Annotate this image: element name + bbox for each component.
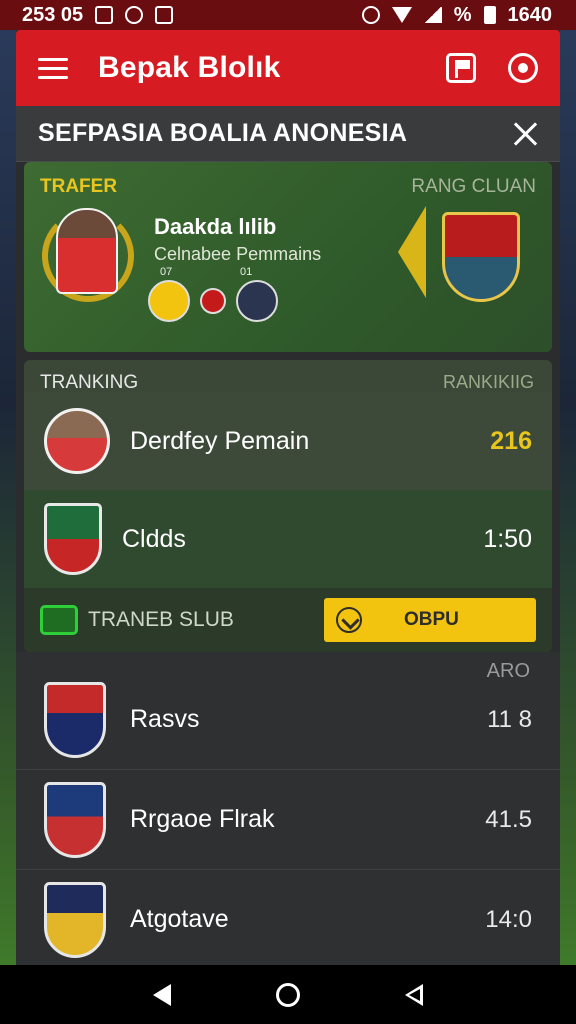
club-list: ARO Rasvs 11 8 Rrgaoe Flrak 41.5 Atgotav… — [16, 652, 560, 965]
list-item[interactable]: Rasvs 11 8 — [16, 670, 560, 770]
list-item-value: 11 8 — [487, 705, 532, 733]
ranking-actions: TRANEB SLUB OBPU — [24, 588, 552, 652]
list-item[interactable]: Atgotave 14:0 — [16, 870, 560, 965]
home-icon[interactable] — [275, 982, 300, 1007]
status-bar: 253 05 % 1640 — [0, 0, 576, 30]
check-icon — [336, 607, 362, 633]
open-button-label: OBPU — [404, 609, 459, 630]
club-badge-red-icon[interactable] — [200, 288, 226, 314]
app-notification-icon — [125, 6, 144, 24]
transfer-player-subtitle: Celnabee Pemmains — [154, 244, 322, 264]
sub-header: SEFPASIA BOALIA ANONESIA — [16, 106, 560, 162]
battery-icon — [483, 6, 496, 24]
ranking-card: TRANKING RANKIKIIG Derdfey Pemain 216 Cl… — [24, 360, 552, 652]
club-crest-icon — [44, 681, 106, 758]
bookmark-flag-icon[interactable] — [446, 53, 476, 83]
ranking-row-value: 1:50 — [483, 524, 532, 553]
ranking-row-value: 216 — [490, 426, 532, 455]
badge-tag-2: 01 — [240, 266, 253, 278]
club-badge-dark-icon[interactable] — [236, 280, 278, 322]
status-left: 253 05 — [22, 3, 174, 27]
system-nav-bar — [0, 965, 576, 1024]
transfer-label: TRAFER — [40, 176, 118, 197]
close-icon[interactable] — [512, 121, 538, 147]
page-title: SEFPASIA BOALIA ANONESIA — [38, 119, 408, 147]
club-crest-icon — [44, 781, 106, 858]
background-side-left — [0, 30, 16, 965]
club-badge-yellow-icon[interactable] — [148, 280, 190, 322]
transfer-arrow-icon — [398, 206, 426, 298]
back-icon[interactable] — [152, 983, 171, 1006]
status-time-left: 253 05 — [22, 3, 84, 26]
open-button[interactable]: OBPU — [324, 598, 536, 642]
ranking-row-name: Cldds — [122, 524, 186, 553]
ranking-label: TRANKING — [40, 372, 139, 393]
list-item-name: Atgotave — [130, 905, 229, 933]
ranking-row-club[interactable]: Cldds 1:50 — [24, 490, 552, 588]
list-item-name: Rrgaoe Flrak — [130, 805, 275, 833]
club-ranking-label: RANG CLUAN — [411, 176, 536, 197]
player-avatar — [44, 408, 110, 474]
ranking-label-right: RANKIKIIG — [442, 372, 534, 392]
badge-tag-1: 07 — [160, 266, 173, 278]
status-right: % 1640 — [361, 3, 553, 27]
ranking-row-player[interactable]: Derdfey Pemain 216 — [24, 392, 552, 490]
club-crest-icon — [44, 881, 106, 958]
list-item[interactable]: Rrgaoe Flrak 41.5 — [16, 770, 560, 870]
background-side-right — [560, 30, 576, 965]
signal-icon — [423, 7, 442, 23]
list-item-value: 41.5 — [485, 805, 532, 833]
battery-percent: % — [453, 3, 472, 26]
list-item-name: Rasvs — [130, 705, 200, 733]
status-time-right: 1640 — [507, 3, 553, 26]
transfer-card[interactable]: TRAFER RANG CLUAN Daakda lılib Celnabee … — [24, 162, 552, 352]
transfer-club-toggle[interactable] — [40, 605, 78, 635]
alarm-icon — [361, 6, 380, 24]
club-crest-icon[interactable] — [442, 212, 520, 302]
club-badges — [148, 280, 278, 322]
club-shield-icon — [44, 503, 102, 575]
list-item-value: 14:0 — [485, 905, 532, 933]
app-title: Bepak Blolık — [98, 51, 281, 84]
player-photo — [56, 208, 118, 294]
app-header: Bepak Blolık — [16, 30, 560, 106]
ranking-row-name: Derdfey Pemain — [130, 426, 310, 455]
app-panel: Bepak Blolık SEFPASIA BOALIA ANONESIA TR… — [16, 30, 560, 965]
mail-icon — [155, 6, 174, 24]
recent-apps-icon[interactable] — [405, 983, 424, 1006]
transfer-player-name: Daakda lılib — [154, 214, 277, 239]
settings-icon[interactable] — [508, 53, 538, 83]
wifi-icon — [391, 7, 412, 23]
notification-icon — [95, 6, 114, 24]
transfer-club-label: TRANEB SLUB — [88, 608, 234, 631]
menu-icon[interactable] — [38, 57, 68, 79]
